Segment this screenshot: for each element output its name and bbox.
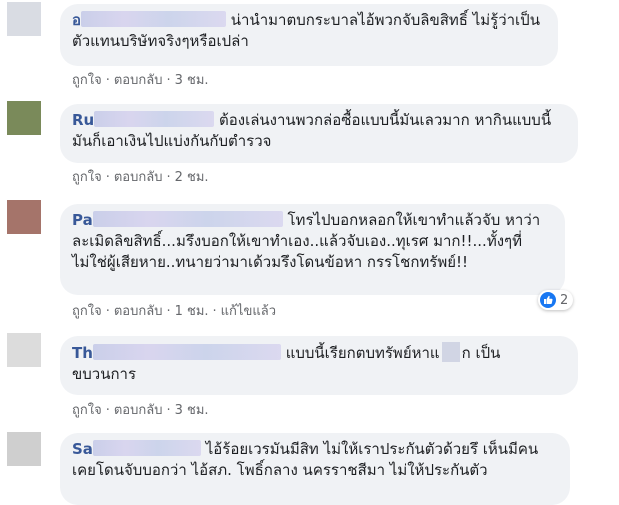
- redacted-name: [92, 344, 281, 360]
- avatar[interactable]: [7, 432, 41, 466]
- author-name[interactable]: อ: [72, 11, 227, 29]
- reply-link[interactable]: ตอบกลับ: [114, 73, 163, 88]
- redacted-name: [81, 11, 227, 27]
- like-link[interactable]: ถูกใจ: [72, 170, 102, 185]
- redacted-word: [441, 342, 460, 362]
- redacted-name: [92, 440, 201, 456]
- comment-actions: ถูกใจ · ตอบกลับ · 3 ชม.: [72, 73, 209, 88]
- comment-bubble: Ru ต้องเล่นงานพวกล่อซื้อแบบนี้มันเลวมาก …: [60, 104, 578, 163]
- comment-actions: ถูกใจ · ตอบกลับ · 3 ชม.: [72, 403, 209, 418]
- comment-bubble: Pa โทรไปบอกหลอกให้เขาทำแล้วจับ หาว่าละเม…: [60, 204, 565, 295]
- reply-link[interactable]: ตอบกลับ: [114, 170, 163, 185]
- like-link[interactable]: ถูกใจ: [72, 403, 102, 418]
- comment-bubble: อ น่านำมาตบกระบาลไอ้พวกจับลิขสิทธิ์ ไม่ร…: [60, 4, 558, 66]
- like-link[interactable]: ถูกใจ: [72, 304, 102, 319]
- redacted-name: [92, 211, 283, 227]
- avatar[interactable]: [7, 101, 41, 135]
- redacted-name: [94, 111, 215, 127]
- edited-label[interactable]: แก้ไขแล้ว: [221, 304, 276, 319]
- author-name[interactable]: Sa: [72, 440, 201, 458]
- author-name[interactable]: Th: [72, 344, 281, 362]
- reply-link[interactable]: ตอบกลับ: [114, 304, 163, 319]
- reaction-count-text: 2: [560, 292, 569, 308]
- author-name[interactable]: Ru: [72, 111, 215, 129]
- avatar[interactable]: [7, 200, 41, 234]
- avatar[interactable]: [7, 333, 41, 367]
- reply-link[interactable]: ตอบกลับ: [114, 403, 163, 418]
- like-icon: [540, 292, 556, 308]
- timestamp[interactable]: 3 ชม.: [175, 403, 209, 418]
- author-name[interactable]: Pa: [72, 211, 283, 229]
- comment-actions: ถูกใจ · ตอบกลับ · 2 ชม.: [72, 170, 209, 185]
- avatar[interactable]: [7, 2, 41, 36]
- comment-bubble: Sa ไอ้ร้อยเวรมันมีสิท ไม่ให้เราประกันตัว…: [60, 433, 570, 505]
- timestamp[interactable]: 3 ชม.: [175, 73, 209, 88]
- like-link[interactable]: ถูกใจ: [72, 73, 102, 88]
- timestamp[interactable]: 2 ชม.: [175, 170, 209, 185]
- comment-actions: ถูกใจ · ตอบกลับ · 1 ชม. · แก้ไขแล้ว: [72, 304, 276, 319]
- comment-bubble: Th แบบนี้เรียกตบทรัพย์หาแก เป็น ขบวนการ: [60, 336, 578, 395]
- reaction-count[interactable]: 2: [538, 290, 574, 310]
- timestamp[interactable]: 1 ชม.: [175, 304, 209, 319]
